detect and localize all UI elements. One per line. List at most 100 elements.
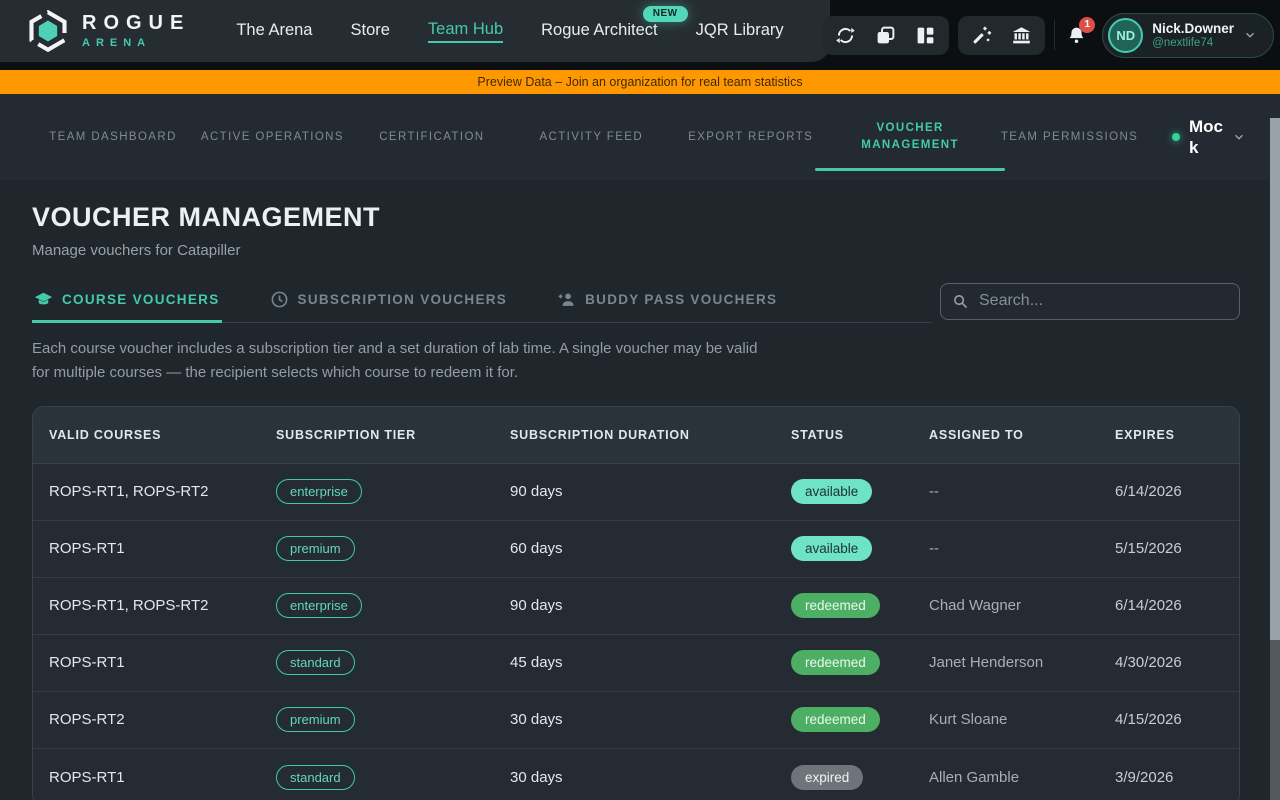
copy-folders-icon[interactable]	[875, 25, 896, 46]
org-selector-label: Mock	[1189, 116, 1223, 159]
chevron-down-icon	[1243, 28, 1257, 42]
tab-activity-feed[interactable]: Activity Feed	[512, 94, 670, 180]
layout-dashboard-icon[interactable]	[915, 25, 936, 46]
magic-wand-icon[interactable]	[971, 25, 992, 46]
notification-count-badge: 1	[1079, 17, 1095, 33]
avatar: ND	[1108, 18, 1143, 53]
nav-the-arena[interactable]: The Arena	[236, 21, 312, 42]
user-name: Nick.Downer	[1152, 21, 1234, 37]
new-badge: NEW	[643, 6, 688, 22]
tab-team-dashboard[interactable]: Team Dashboard	[34, 94, 192, 180]
search-input[interactable]	[940, 283, 1240, 320]
nav-rogue-architect[interactable]: Rogue Architect NEW	[541, 21, 657, 42]
status-badge: redeemed	[791, 593, 880, 618]
brand-title: ROGUE	[82, 13, 190, 34]
cell-assigned: Allen Gamble	[929, 769, 1115, 786]
voucher-tabs-row: COURSE VOUCHERS SUBSCRIPTION VOUCHERS BU…	[32, 279, 1240, 323]
cell-assigned: Janet Henderson	[929, 654, 1115, 671]
primary-nav: The Arena Store Team Hub Rogue Architect…	[236, 20, 783, 43]
cell-assigned: --	[929, 483, 1115, 500]
brand-subtitle: ARENA	[82, 37, 190, 49]
cell-expires: 6/14/2026	[1115, 483, 1239, 500]
clock-icon	[270, 290, 289, 309]
tab-team-permissions[interactable]: Team Permissions	[991, 94, 1149, 180]
cell-duration: 60 days	[510, 540, 791, 557]
tier-badge: premium	[276, 536, 355, 561]
cell-courses: ROPS-RT1	[49, 769, 276, 786]
cell-courses: ROPS-RT1	[49, 540, 276, 557]
status-badge: redeemed	[791, 650, 880, 675]
col-subscription-tier: Subscription Tier	[276, 428, 510, 442]
user-handle: @nextlife74	[1152, 37, 1234, 49]
col-valid-courses: Valid Courses	[49, 428, 276, 442]
brand-logo[interactable]: ROGUE ARENA	[26, 9, 190, 53]
page-scrollbar[interactable]	[1270, 118, 1280, 800]
cell-expires: 4/15/2026	[1115, 711, 1239, 728]
tier-badge: standard	[276, 765, 355, 790]
col-subscription-duration: Subscription Duration	[510, 428, 791, 442]
cell-duration: 90 days	[510, 597, 791, 614]
tier-badge: standard	[276, 650, 355, 675]
table-row[interactable]: ROPS-RT1, ROPS-RT2 enterprise 90 days av…	[33, 464, 1239, 521]
search-icon	[952, 293, 969, 310]
voucher-tabs: COURSE VOUCHERS SUBSCRIPTION VOUCHERS BU…	[32, 279, 932, 323]
voucher-table: Valid Courses Subscription Tier Subscrip…	[32, 406, 1240, 800]
tab-active-operations[interactable]: Active Operations	[193, 94, 351, 180]
top-bar-actions: 1 ND Nick.Downer @nextlife74	[822, 0, 1274, 70]
divider	[1054, 20, 1055, 50]
voucher-management-page: VOUCHER MANAGEMENT Manage vouchers for C…	[0, 180, 1280, 800]
user-menu[interactable]: ND Nick.Downer @nextlife74	[1102, 13, 1274, 58]
tier-badge: enterprise	[276, 479, 362, 504]
sync-icon[interactable]	[835, 25, 856, 46]
status-badge: expired	[791, 765, 863, 790]
top-bar: ROGUE ARENA The Arena Store Team Hub Rog…	[0, 0, 1280, 70]
page-title: VOUCHER MANAGEMENT	[32, 202, 1280, 233]
page-subtitle: Manage vouchers for Catapiller	[32, 242, 1280, 259]
person-add-icon	[557, 290, 576, 309]
table-row[interactable]: ROPS-RT1 standard 45 days redeemed Janet…	[33, 635, 1239, 692]
table-row[interactable]: ROPS-RT1, ROPS-RT2 enterprise 90 days re…	[33, 578, 1239, 635]
cell-assigned: Chad Wagner	[929, 597, 1115, 614]
table-row[interactable]: ROPS-RT2 premium 30 days redeemed Kurt S…	[33, 692, 1239, 749]
preview-data-banner: Preview Data – Join an organization for …	[0, 70, 1280, 94]
nav-jqr-library[interactable]: JQR Library	[696, 21, 784, 42]
search-box	[940, 283, 1240, 320]
tab-course-vouchers[interactable]: COURSE VOUCHERS	[32, 279, 222, 323]
tab-subscription-vouchers[interactable]: SUBSCRIPTION VOUCHERS	[268, 279, 510, 323]
cell-duration: 45 days	[510, 654, 791, 671]
status-badge: available	[791, 536, 872, 561]
graduation-cap-icon	[34, 290, 53, 309]
nav-store[interactable]: Store	[350, 21, 389, 42]
cell-expires: 6/14/2026	[1115, 597, 1239, 614]
banner-text: Preview Data – Join an organization for …	[477, 75, 802, 89]
col-status: Status	[791, 428, 929, 442]
tab-export-reports[interactable]: Export Reports	[672, 94, 830, 180]
cell-expires: 5/15/2026	[1115, 540, 1239, 557]
col-expires: Expires	[1115, 428, 1239, 442]
tab-voucher-management[interactable]: Voucher Management	[831, 94, 989, 180]
cell-assigned: Kurt Sloane	[929, 711, 1115, 728]
org-selector-dropdown[interactable]: Mock	[1150, 94, 1246, 180]
notifications-button[interactable]: 1	[1066, 25, 1087, 46]
workspace-icon-group	[822, 16, 949, 55]
cell-expires: 3/9/2026	[1115, 769, 1239, 786]
table-header-row: Valid Courses Subscription Tier Subscrip…	[33, 407, 1239, 464]
col-assigned-to: Assigned To	[929, 428, 1115, 442]
cell-courses: ROPS-RT1, ROPS-RT2	[49, 597, 276, 614]
bank-icon[interactable]	[1011, 25, 1032, 46]
cell-duration: 30 days	[510, 769, 791, 786]
table-row[interactable]: ROPS-RT1 premium 60 days available -- 5/…	[33, 521, 1239, 578]
tab-buddy-pass-vouchers[interactable]: BUDDY PASS VOUCHERS	[555, 279, 779, 323]
chevron-down-icon	[1232, 130, 1246, 144]
tab-certification[interactable]: Certification	[353, 94, 511, 180]
cell-expires: 4/30/2026	[1115, 654, 1239, 671]
cell-duration: 90 days	[510, 483, 791, 500]
table-row[interactable]: ROPS-RT1 standard 30 days expired Allen …	[33, 749, 1239, 800]
cell-courses: ROPS-RT2	[49, 711, 276, 728]
nav-team-hub[interactable]: Team Hub	[428, 20, 503, 43]
scrollbar-thumb[interactable]	[1270, 118, 1280, 640]
online-status-dot	[1172, 133, 1180, 141]
voucher-description: Each course voucher includes a subscript…	[32, 337, 772, 386]
hexagon-logo-icon	[26, 9, 70, 53]
tier-badge: enterprise	[276, 593, 362, 618]
